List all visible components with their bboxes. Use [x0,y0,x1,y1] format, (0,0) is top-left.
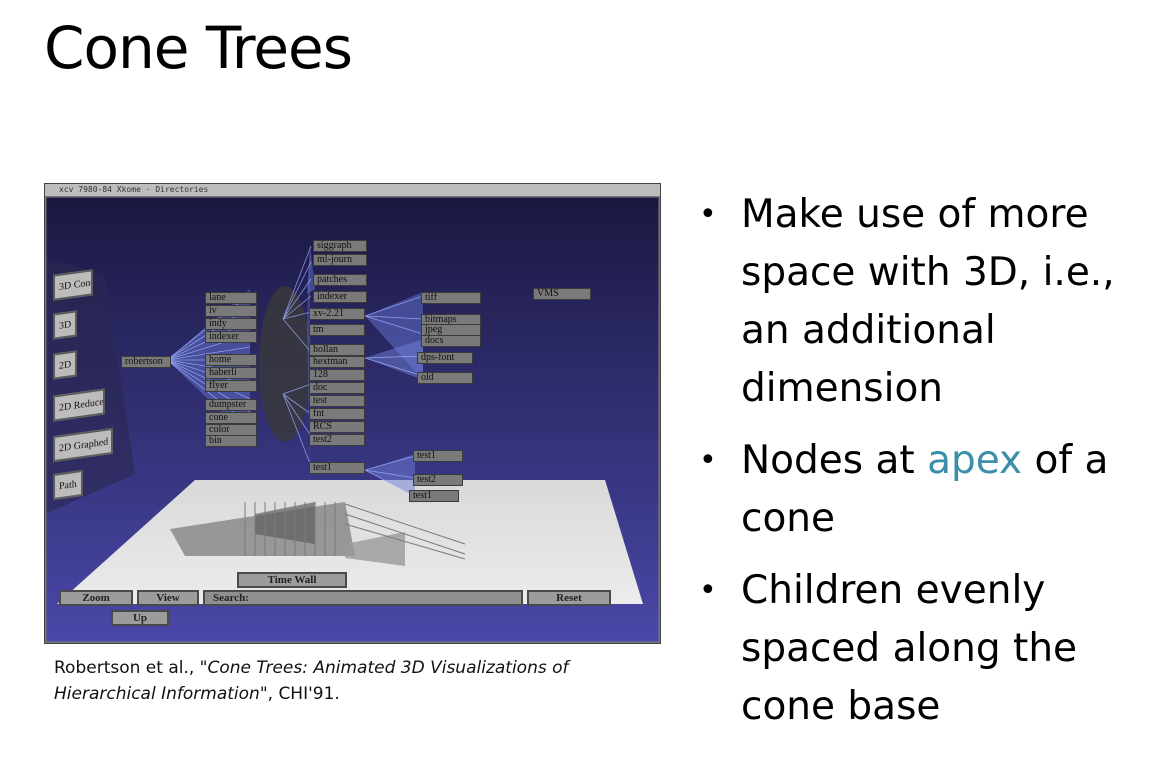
tree-node[interactable]: RCS [309,421,365,433]
tree-node-vms[interactable]: VMS [533,288,591,300]
bullet-list: • Make use of more space with 3D, i.e., … [695,186,1155,750]
up-button[interactable]: Up [111,610,169,626]
tree-node-root[interactable]: robertson [121,356,171,368]
tree-node[interactable]: ml-journ [313,254,367,266]
tree-node[interactable]: test1 [409,490,459,502]
bullet-text: Children evenly spaced along the cone ba… [741,568,1078,729]
bullet-text: Make use of more space with 3D, i.e., an… [741,192,1115,411]
bullet-accent-term: apex [927,438,1023,483]
tree-node[interactable]: haberli [205,367,257,379]
tree-node[interactable]: dps-font [417,352,473,364]
tree-node[interactable]: bin [205,435,257,447]
figure-caption: Robertson et al., "Cone Trees: Animated … [54,655,664,707]
tree-node[interactable]: tm [309,324,365,336]
tree-node[interactable]: old [417,372,473,384]
tree-node[interactable]: iv [205,305,257,317]
tree-node[interactable]: siggraph [313,240,367,252]
tree-node[interactable]: lane [205,292,257,304]
tree-node[interactable]: test1 [309,462,365,474]
caption-prefix: Robertson et al., " [54,658,208,678]
tree-node[interactable]: xv-2.21 [309,308,365,320]
tree-node[interactable]: flyer [205,380,257,392]
view-button[interactable]: View [137,590,199,606]
tree-node[interactable]: home [205,354,257,366]
tree-node[interactable]: indexer [313,291,367,303]
caption-suffix: ", CHI'91. [259,684,340,704]
tree-node[interactable]: 128 [309,369,365,381]
tree-node[interactable]: test2 [413,474,463,486]
slide-title: Cone Trees [44,14,353,82]
bullet-item: • Make use of more space with 3D, i.e., … [695,186,1155,418]
tree-node[interactable]: indy [205,318,257,330]
tree-node[interactable]: test [309,395,365,407]
tree-node[interactable]: dumpster [205,399,257,411]
3d-button[interactable]: 3D [53,310,77,340]
search-field[interactable]: Search: [203,590,523,606]
bullet-item: • Nodes at apex of a cone [695,432,1155,548]
bullet-dot-icon: • [699,197,717,232]
zoom-button[interactable]: Zoom [59,590,133,606]
tree-node[interactable]: hextman [309,356,365,368]
tree-node[interactable]: tiff [421,292,481,304]
tree-node[interactable]: doc [309,382,365,394]
tree-node[interactable]: hollan [309,344,365,356]
tree-node[interactable]: test2 [309,434,365,446]
tree-node[interactable]: docs [421,335,481,347]
cone-base [259,286,311,442]
bullet-dot-icon: • [699,573,717,608]
tree-node[interactable]: test1 [413,450,463,462]
bullet-text-before: Nodes at [741,438,928,483]
tree-node[interactable]: patches [313,274,367,286]
2d-button[interactable]: 2D [53,350,77,380]
tree-node[interactable]: cone [205,412,257,424]
reset-button[interactable]: Reset [527,590,611,606]
window-title-bar: xcv 7980-84 Xkome · Directories [45,184,660,196]
bullet-dot-icon: • [699,443,717,478]
time-wall-button[interactable]: Time Wall [237,572,347,588]
tree-node[interactable]: fnt [309,408,365,420]
path-button[interactable]: Path [53,469,83,501]
bullet-item: • Children evenly spaced along the cone … [695,562,1155,736]
cone-tree-screenshot: xcv 7980-84 Xkome · Directories 3D Cone … [44,183,661,644]
tree-node[interactable]: indexer [205,331,257,343]
